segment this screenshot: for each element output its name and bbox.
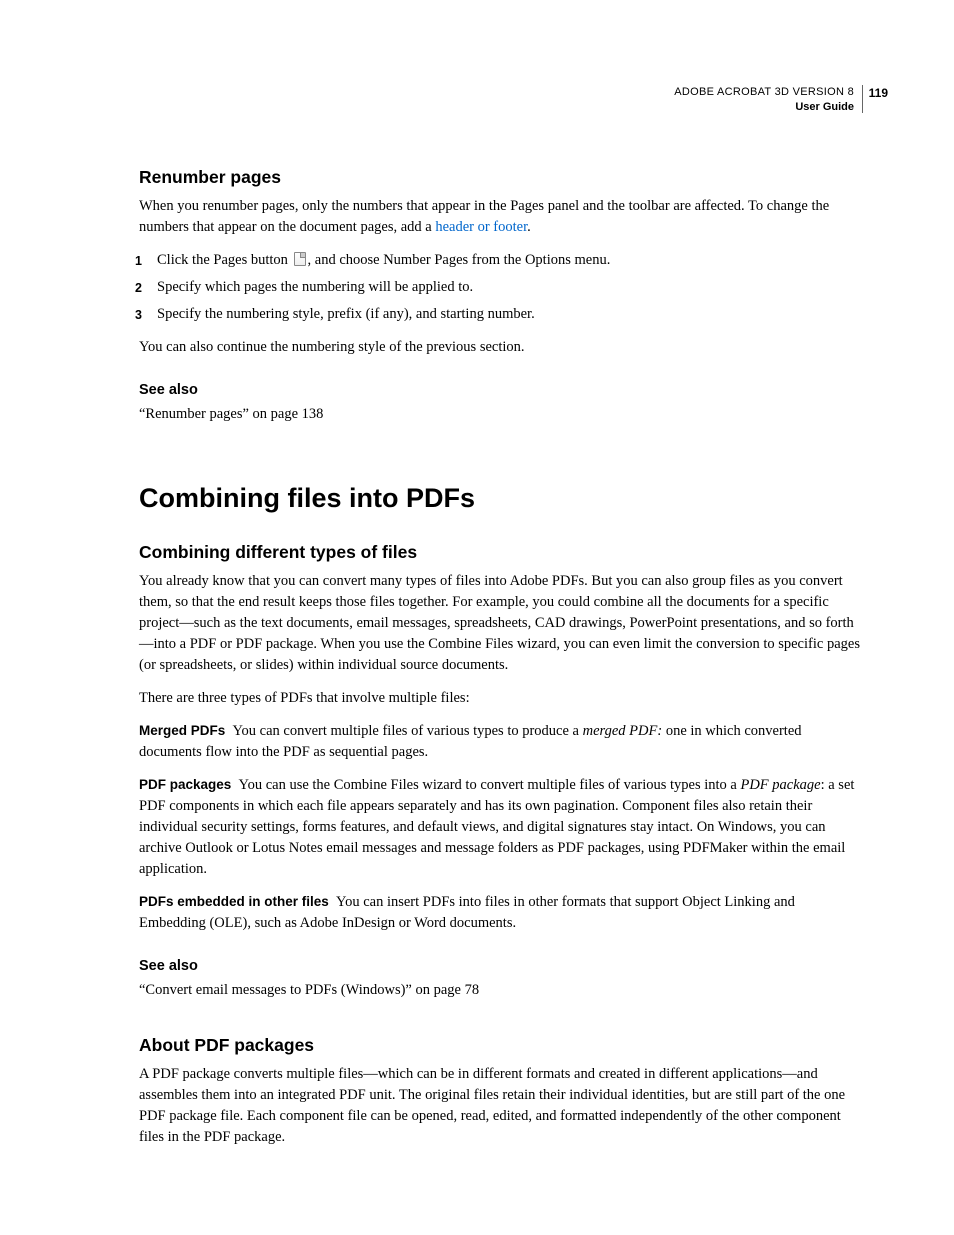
see-also-item: “Renumber pages” on page 138 xyxy=(139,404,864,425)
text: Click the Pages button xyxy=(157,252,292,268)
pages-button-icon xyxy=(294,252,306,266)
text: , and choose Number Pages from the Optio… xyxy=(308,252,611,268)
combining-three-types: There are three types of PDFs that invol… xyxy=(139,688,864,709)
heading-combining-types: Combining different types of files xyxy=(139,542,864,563)
step-3: Specify the numbering style, prefix (if … xyxy=(139,304,864,325)
header-doc: User Guide xyxy=(139,100,864,115)
pdf-packages-para: PDF packages You can use the Combine Fil… xyxy=(139,775,864,880)
about-pdf-packages-para: A PDF package converts multiple files—wh… xyxy=(139,1064,864,1148)
page-header: ADOBE ACROBAT 3D VERSION 8 119 User Guid… xyxy=(139,85,864,115)
italic-pdf-package: PDF package xyxy=(740,777,820,793)
renumber-steps: Click the Pages button , and choose Numb… xyxy=(139,250,864,325)
heading-about-pdf-packages: About PDF packages xyxy=(139,1035,864,1056)
text: You can use the Combine Files wizard to … xyxy=(239,777,741,793)
link-header-or-footer[interactable]: header or footer xyxy=(435,219,527,235)
merged-pdfs-para: Merged PDFs You can convert multiple fil… xyxy=(139,721,864,763)
heading-combining-files: Combining files into PDFs xyxy=(139,483,864,514)
page-number: 119 xyxy=(862,85,888,113)
see-also-heading-2: See also xyxy=(139,958,864,974)
text: . xyxy=(527,219,531,235)
renumber-note: You can also continue the numbering styl… xyxy=(139,337,864,358)
see-also-heading: See also xyxy=(139,382,864,398)
header-product: ADOBE ACROBAT 3D VERSION 8 xyxy=(674,85,864,100)
text: You can convert multiple files of variou… xyxy=(233,723,583,739)
runin-merged-pdfs: Merged PDFs xyxy=(139,723,225,738)
step-1: Click the Pages button , and choose Numb… xyxy=(139,250,864,271)
step-2: Specify which pages the numbering will b… xyxy=(139,277,864,298)
runin-pdf-packages: PDF packages xyxy=(139,777,231,792)
renumber-intro: When you renumber pages, only the number… xyxy=(139,196,864,238)
heading-renumber-pages: Renumber pages xyxy=(139,167,864,188)
runin-pdfs-embedded: PDFs embedded in other files xyxy=(139,894,329,909)
pdfs-embedded-para: PDFs embedded in other files You can ins… xyxy=(139,892,864,934)
page-content: ADOBE ACROBAT 3D VERSION 8 119 User Guid… xyxy=(0,0,954,1220)
combining-intro: You already know that you can convert ma… xyxy=(139,571,864,676)
italic-merged-pdf: merged PDF: xyxy=(583,723,663,739)
see-also-item-2: “Convert email messages to PDFs (Windows… xyxy=(139,980,864,1001)
